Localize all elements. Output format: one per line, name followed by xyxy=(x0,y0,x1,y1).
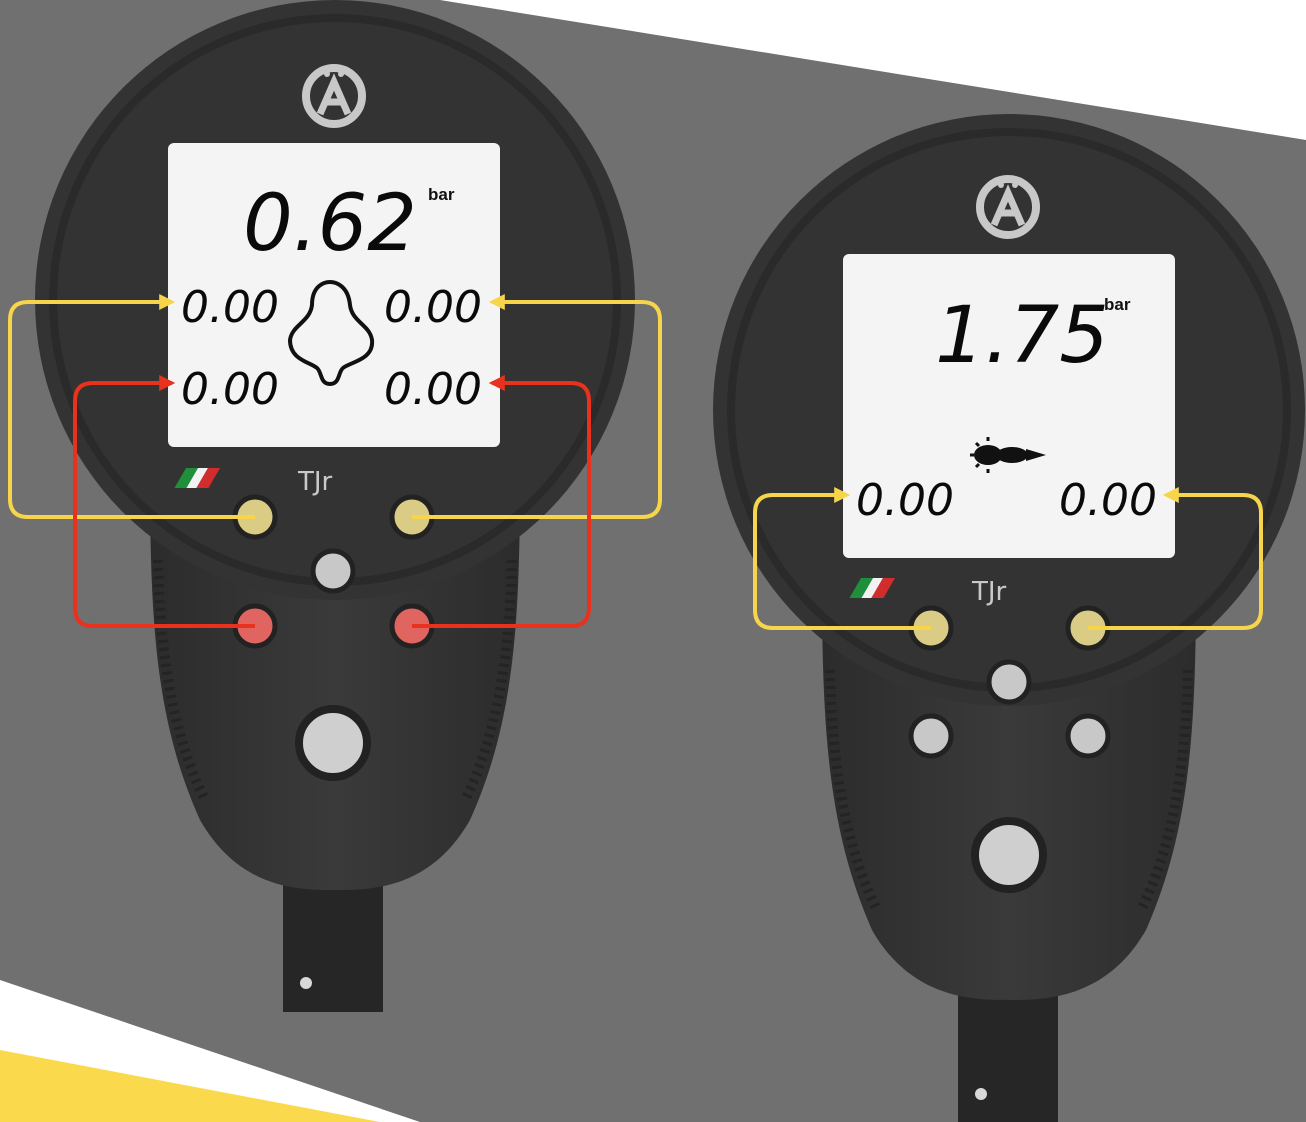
bracket-hole xyxy=(975,1088,987,1100)
wheel-reading-front-right: 0.00 xyxy=(384,282,482,333)
center-button[interactable] xyxy=(986,659,1032,705)
brand-mark: TJr xyxy=(971,577,1007,607)
wheel-reading-rear: 0.00 xyxy=(1059,475,1157,526)
bracket-hole xyxy=(300,977,312,989)
main-pressure-unit: bar xyxy=(1104,295,1131,314)
main-pressure-reading: 0.62 xyxy=(243,179,417,269)
scene: 0.62 bar 0.00 0.00 0.00 0.00 TJr 1.75 ba… xyxy=(0,0,1306,1122)
brand-mark: TJr xyxy=(297,467,333,497)
lower-left-button[interactable] xyxy=(908,713,954,759)
wheel-reading-front-left: 0.00 xyxy=(181,282,279,333)
main-pressure-reading: 1.75 xyxy=(935,291,1109,381)
main-pressure-unit: bar xyxy=(428,185,455,204)
power-button[interactable] xyxy=(295,705,371,781)
wheel-reading-rear-right: 0.00 xyxy=(384,364,482,415)
power-button[interactable] xyxy=(971,817,1047,893)
center-button[interactable] xyxy=(310,548,356,594)
wheel-reading-front: 0.00 xyxy=(856,475,954,526)
lower-right-button[interactable] xyxy=(1065,713,1111,759)
wheel-reading-rear-left: 0.00 xyxy=(181,364,279,415)
